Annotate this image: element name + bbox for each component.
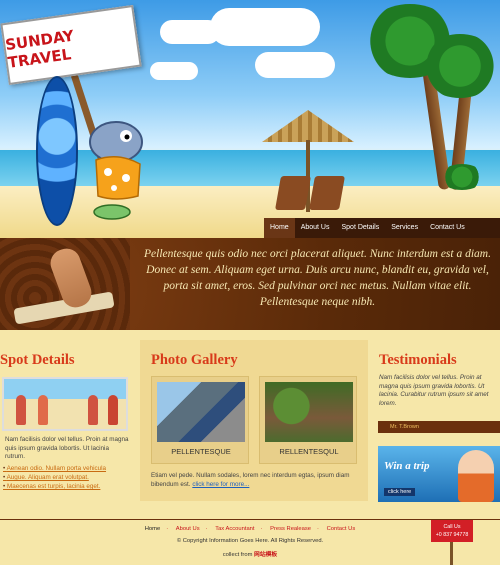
spot-link[interactable]: Maecenas est turpis, lacinia eget.: [3, 482, 106, 491]
collect-line: collect from 网站模板: [0, 549, 500, 558]
call-us-post: [450, 542, 453, 565]
footer-nav: Home · About Us · Tax Accountant · Press Re…: [0, 526, 500, 532]
gallery-description-text: Etiam vel pede. Nullam sodales, lorem ne…: [151, 472, 350, 488]
footer-divider: [0, 519, 500, 520]
photo-gallery-section: Photo Gallery PELLENTESQUE RELLENTESQUL …: [140, 340, 368, 501]
fish-mascot-icon: [89, 121, 143, 220]
palm-leaves-icon: [440, 164, 484, 190]
footer-separator: ·: [260, 526, 263, 532]
palm-leaves-icon: [420, 34, 500, 98]
win-a-trip-ad[interactable]: Win a trip click here: [378, 446, 500, 502]
ad-title: Win a trip: [384, 460, 430, 472]
testimonials-title: Testimonials: [379, 352, 457, 368]
person-figure: [16, 395, 26, 425]
logo-sign[interactable]: SUNDAY TRAVEL: [0, 4, 142, 86]
footer-link-press-release[interactable]: Press Realease: [270, 526, 311, 532]
beach-chair-icon: [309, 176, 345, 210]
collect-prefix: collect from: [222, 552, 253, 558]
surfboard-icon: [36, 76, 78, 226]
nav-contact-us[interactable]: Contact Us: [424, 218, 471, 238]
person-figure: [88, 395, 98, 425]
nav-services[interactable]: Services: [385, 218, 424, 238]
ad-person-figure: [458, 450, 494, 502]
banner-text: Pellentesque quis odio nec orci placerat…: [144, 248, 491, 308]
testimonial-author: Mr. T.Brown: [378, 421, 500, 433]
person-figure: [38, 395, 48, 425]
spot-details-title: Spot Details: [0, 352, 75, 368]
gallery-photo-hikers: [157, 382, 245, 442]
spot-photo: [2, 377, 128, 431]
spot-description: Nam facilisis dolor vel tellus. Proin at…: [5, 436, 129, 460]
gallery-more-link[interactable]: click here for more...: [192, 481, 249, 488]
nav-about-us[interactable]: About Us: [295, 218, 336, 238]
spot-link[interactable]: Augue. Aliquam erat volutpat.: [3, 473, 106, 482]
logo-text: SUNDAY TRAVEL: [4, 26, 75, 72]
gallery-caption: PELLENTESQUE: [171, 447, 231, 456]
testimonial-quote: Nam facilisis dolor vel tellus. Proin at…: [379, 374, 489, 407]
collect-site-link[interactable]: 网站模板: [254, 552, 277, 558]
photo-gallery-title: Photo Gallery: [151, 352, 238, 368]
banner: Pellentesque quis odio nec orci placerat…: [0, 238, 500, 330]
call-us-sign: Call Us +0 837 94778: [431, 520, 473, 542]
copyright-text: © Copyright Information Goes Here. All R…: [176, 538, 324, 544]
person-figure: [108, 395, 118, 425]
nav-home[interactable]: Home: [264, 218, 295, 238]
beach-chair-icon: [275, 176, 311, 210]
footer-link-home[interactable]: Home: [145, 526, 160, 532]
gallery-description: Etiam vel pede. Nullam sodales, lorem ne…: [151, 472, 361, 489]
footer-link-tax-accountant[interactable]: Tax Accountant: [215, 526, 254, 532]
footer-separator: ·: [166, 526, 169, 532]
phone-number: +0 837 94778: [435, 532, 469, 538]
footer-link-about-us[interactable]: About Us: [176, 526, 200, 532]
header: SUNDAY TRAVEL: [0, 0, 500, 238]
footer-separator: ·: [205, 526, 208, 532]
spot-links: Aenean odio. Nullam porta vehicula Augue…: [3, 464, 106, 491]
banner-photo: [0, 238, 130, 330]
cloud: [255, 52, 335, 78]
gallery-caption: RELLENTESQUL: [279, 447, 339, 456]
cloud: [210, 8, 320, 46]
ad-click-button[interactable]: click here: [384, 488, 416, 496]
main-nav: Home About Us Spot Details Services Cont…: [264, 218, 500, 238]
footer-link-contact-us[interactable]: Contact Us: [327, 526, 356, 532]
gallery-item[interactable]: RELLENTESQUL: [259, 376, 357, 464]
call-us-label: Call Us: [443, 524, 461, 530]
spot-link[interactable]: Aenean odio. Nullam porta vehicula: [3, 464, 106, 473]
cloud: [150, 62, 198, 80]
footer-separator: ·: [317, 526, 319, 532]
gallery-item[interactable]: PELLENTESQUE: [151, 376, 249, 464]
nav-spot-details[interactable]: Spot Details: [335, 218, 385, 238]
gallery-photo-garden: [265, 382, 353, 442]
